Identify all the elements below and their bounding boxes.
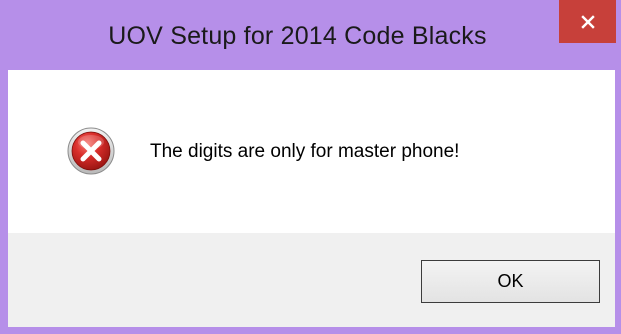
close-button[interactable] <box>559 0 616 43</box>
close-icon <box>580 14 595 29</box>
error-message: The digits are only for master phone! <box>150 141 460 162</box>
dialog-window: UOV Setup for 2014 Code Blacks The digit… <box>0 0 621 334</box>
title-bar[interactable]: UOV Setup for 2014 Code Blacks <box>0 0 621 70</box>
button-bar: OK <box>8 233 615 327</box>
message-area: The digits are only for master phone! <box>8 70 615 233</box>
error-icon <box>67 127 115 175</box>
window-title: UOV Setup for 2014 Code Blacks <box>108 22 487 50</box>
ok-button-label: OK <box>497 271 524 291</box>
dialog-client-area: The digits are only for master phone! OK <box>8 70 615 327</box>
ok-button[interactable]: OK <box>421 260 600 303</box>
